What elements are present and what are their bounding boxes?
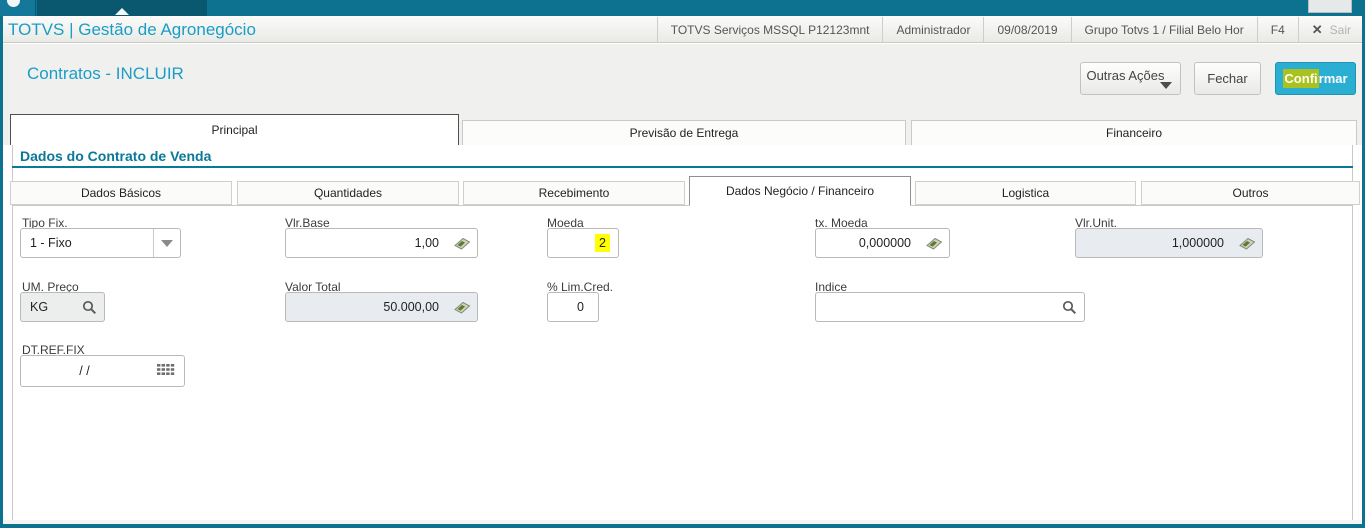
lim-cred-value: 0 [577,300,584,314]
calculator-icon[interactable] [1232,236,1262,251]
close-icon: ✕ [1311,21,1323,37]
current-date: 09/08/2019 [997,22,1058,37]
tab-arrow-icon [115,8,129,15]
outras-acoes-button[interactable]: Outras Ações [1080,62,1181,95]
confirmar-label-rest: rmar [1318,71,1348,86]
tab-financeiro[interactable]: Financeiro [911,120,1357,145]
dt-ref-fix-input[interactable]: / / [20,355,185,387]
calculator-icon[interactable] [447,300,477,315]
um-preco-input[interactable]: KG [20,292,105,322]
chevron-down-icon [1160,82,1172,89]
dt-ref-fix-value: / / [79,364,90,378]
vlr-base-input[interactable]: 1,00 [285,228,478,258]
lim-cred-input[interactable]: 0 [547,292,599,322]
top-right-widget[interactable] [1308,0,1352,13]
section-divider [12,166,1353,168]
tipo-fix-value: 1 - Fixo [30,236,72,250]
search-icon[interactable] [74,300,104,315]
window-left-border [0,16,3,528]
app-header-info: TOTVS Serviços MSSQL P12123mnt Administr… [656,17,1365,42]
search-icon[interactable] [1054,300,1084,315]
tab-principal[interactable]: Principal [10,114,459,145]
f4-shortcut[interactable]: F4 [1258,23,1298,37]
app-header-bar: TOTVS | Gestão de Agronegócio TOTVS Serv… [0,16,1365,43]
section-title: Dados do Contrato de Venda [20,148,212,164]
subtab-outros[interactable]: Outros [1141,181,1360,205]
page-header: Contratos - INCLUIR Outras Ações Fechar … [3,44,1362,113]
logout-button[interactable]: ✕ Sair [1299,22,1365,38]
environment-info: TOTVS Serviços MSSQL P12123mnt [670,22,870,37]
window-bottom-border [0,524,1365,528]
fechar-label: Fechar [1207,71,1248,86]
browser-tab[interactable] [37,0,207,16]
tipo-fix-select[interactable]: 1 - Fixo [20,228,181,258]
top-strip [0,0,1365,16]
panel-top-border [12,205,1353,206]
logo-circle-icon [7,0,20,7]
subtab-recebimento[interactable]: Recebimento [463,181,685,205]
calculator-icon[interactable] [919,236,949,251]
moeda-input[interactable]: 2 [547,228,619,258]
tx-moeda-input[interactable]: 0,000000 [815,228,950,258]
app-logo[interactable] [0,0,36,16]
vlr-base-value: 1,00 [414,236,439,250]
calendar-icon[interactable] [148,364,184,378]
subtab-logistica[interactable]: Logistica [915,181,1136,205]
tx-moeda-value: 0,000000 [858,236,911,250]
subtab-dados-basicos[interactable]: Dados Básicos [10,181,232,205]
main-tabs: Principal Previsão de Entrega Financeiro [3,113,1362,145]
subtab-quantidades[interactable]: Quantidades [237,181,459,205]
subtab-dados-negocio-financeiro[interactable]: Dados Negócio / Financeiro [689,176,911,206]
logout-label: Sair [1329,22,1351,37]
um-preco-value: KG [30,300,49,314]
company-branch[interactable]: Grupo Totvs 1 / Filial Belo Hor [1072,23,1257,37]
user-name: Administrador [896,22,971,37]
app-title: TOTVS | Gestão de Agronegócio [8,19,256,39]
valor-total-value: 50.000,00 [383,300,439,314]
vlr-unit-input: 1,000000 [1075,228,1263,258]
page-title: Contratos - INCLUIR [27,64,184,83]
confirmar-label-highlight: Confi [1283,69,1319,88]
calculator-icon[interactable] [447,236,477,251]
tipo-fix-dropdown-button[interactable] [153,229,180,257]
indice-input[interactable] [815,292,1085,322]
moeda-value: 2 [595,234,610,252]
valor-total-input: 50.000,00 [285,292,478,322]
vlr-unit-value: 1,000000 [1171,236,1224,250]
tab-previsao-de-entrega[interactable]: Previsão de Entrega [462,120,906,145]
chevron-down-icon [161,239,173,247]
fechar-button[interactable]: Fechar [1194,62,1261,95]
confirmar-button[interactable]: Confi rmar [1275,62,1356,95]
